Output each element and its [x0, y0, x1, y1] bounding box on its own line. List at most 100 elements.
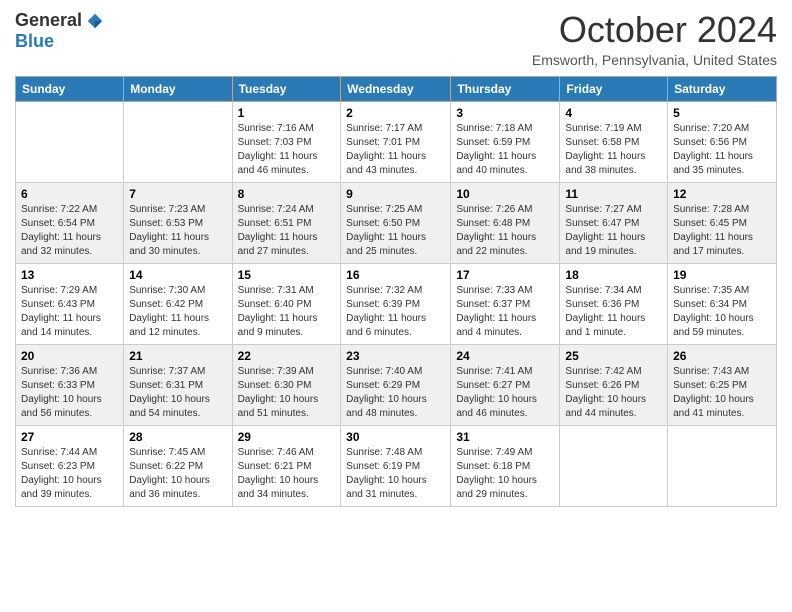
day-info: Sunrise: 7:22 AM Sunset: 6:54 PM Dayligh…: [21, 203, 118, 259]
day-number: 21: [129, 349, 226, 363]
day-info: Sunrise: 7:20 AM Sunset: 6:56 PM Dayligh…: [673, 122, 771, 178]
calendar-cell: 17 Sunrise: 7:33 AM Sunset: 6:37 PM Dayli…: [451, 263, 560, 344]
day-number: 17: [456, 268, 554, 282]
day-info: Sunrise: 7:34 AM Sunset: 6:36 PM Dayligh…: [565, 284, 662, 340]
calendar-cell: 16Sunrise: 7:32 AM Sunset: 6:39 PM Dayli…: [341, 263, 451, 344]
calendar-table: Sunday Monday Tuesday Wednesday Thursday…: [15, 76, 777, 507]
calendar-cell: 23 Sunrise: 7:40 AM Sunset: 6:29 PM Dayli…: [341, 344, 451, 425]
day-number: 28: [129, 430, 226, 444]
day-number: 9: [346, 187, 445, 201]
day-info: Sunrise: 7:41 AM Sunset: 6:27 PM Dayligh…: [456, 365, 554, 421]
col-sunday: Sunday: [16, 76, 124, 101]
calendar-cell: 13 Sunrise: 7:29 AM Sunset: 6:43 PM Dayli…: [16, 263, 124, 344]
day-number: 23: [346, 349, 445, 363]
day-info: Sunrise: 7:27 AM Sunset: 6:47 PM Dayligh…: [565, 203, 662, 259]
calendar-cell: 14 Sunrise: 7:30 AM Sunset: 6:42 PM Dayli…: [124, 263, 232, 344]
col-thursday: Thursday: [451, 76, 560, 101]
calendar-week-4: 20 Sunrise: 7:36 AM Sunset: 6:33 PM Dayli…: [16, 344, 777, 425]
day-info: Sunrise: 7:42 AM Sunset: 6:26 PM Dayligh…: [565, 365, 662, 421]
col-wednesday: Wednesday: [341, 76, 451, 101]
day-info: Sunrise: 7:45 AM Sunset: 6:22 PM Dayligh…: [129, 446, 226, 502]
calendar-cell: 11 Sunrise: 7:27 AM Sunset: 6:47 PM Dayli…: [560, 182, 668, 263]
location: Emsworth, Pennsylvania, United States: [532, 52, 777, 68]
day-number: 15: [238, 268, 336, 282]
day-info: Sunrise: 7:31 AM Sunset: 6:40 PM Dayligh…: [238, 284, 336, 340]
col-tuesday: Tuesday: [232, 76, 341, 101]
day-info: Sunrise: 7:30 AM Sunset: 6:42 PM Dayligh…: [129, 284, 226, 340]
calendar-cell: 18 Sunrise: 7:34 AM Sunset: 6:36 PM Dayli…: [560, 263, 668, 344]
day-info: Sunrise: 7:19 AM Sunset: 6:58 PM Dayligh…: [565, 122, 662, 178]
day-info: Sunrise: 7:36 AM Sunset: 6:33 PM Dayligh…: [21, 365, 118, 421]
day-number: 2: [346, 106, 445, 120]
day-info: Sunrise: 7:32 AM Sunset: 6:39 PM Dayligh…: [346, 284, 445, 340]
day-info: Sunrise: 7:28 AM Sunset: 6:45 PM Dayligh…: [673, 203, 771, 259]
col-monday: Monday: [124, 76, 232, 101]
calendar-cell: 10 Sunrise: 7:26 AM Sunset: 6:48 PM Dayli…: [451, 182, 560, 263]
calendar-cell: 28 Sunrise: 7:45 AM Sunset: 6:22 PM Dayli…: [124, 425, 232, 506]
calendar-cell: 4 Sunrise: 7:19 AM Sunset: 6:58 PM Daylig…: [560, 101, 668, 182]
day-number: 13: [21, 268, 118, 282]
calendar-cell: [124, 101, 232, 182]
day-number: 11: [565, 187, 662, 201]
day-number: 10: [456, 187, 554, 201]
day-info: Sunrise: 7:43 AM Sunset: 6:25 PM Dayligh…: [673, 365, 771, 421]
calendar-week-3: 13 Sunrise: 7:29 AM Sunset: 6:43 PM Dayli…: [16, 263, 777, 344]
calendar-cell: 12 Sunrise: 7:28 AM Sunset: 6:45 PM Dayli…: [668, 182, 777, 263]
calendar-cell: 19Sunrise: 7:35 AM Sunset: 6:34 PM Dayli…: [668, 263, 777, 344]
day-number: 4: [565, 106, 662, 120]
calendar-cell: 6 Sunrise: 7:22 AM Sunset: 6:54 PM Daylig…: [16, 182, 124, 263]
calendar-cell: 26 Sunrise: 7:43 AM Sunset: 6:25 PM Dayli…: [668, 344, 777, 425]
day-info: Sunrise: 7:37 AM Sunset: 6:31 PM Dayligh…: [129, 365, 226, 421]
month-title: October 2024: [532, 10, 777, 50]
calendar-cell: 21 Sunrise: 7:37 AM Sunset: 6:31 PM Dayli…: [124, 344, 232, 425]
calendar-week-2: 6 Sunrise: 7:22 AM Sunset: 6:54 PM Daylig…: [16, 182, 777, 263]
day-info: Sunrise: 7:46 AM Sunset: 6:21 PM Dayligh…: [238, 446, 336, 502]
day-info: Sunrise: 7:33 AM Sunset: 6:37 PM Dayligh…: [456, 284, 554, 340]
day-info: Sunrise: 7:26 AM Sunset: 6:48 PM Dayligh…: [456, 203, 554, 259]
day-info: Sunrise: 7:29 AM Sunset: 6:43 PM Dayligh…: [21, 284, 118, 340]
day-info: Sunrise: 7:48 AM Sunset: 6:19 PM Dayligh…: [346, 446, 445, 502]
day-number: 19: [673, 268, 771, 282]
day-number: 6: [21, 187, 118, 201]
day-number: 14: [129, 268, 226, 282]
calendar-cell: 29 Sunrise: 7:46 AM Sunset: 6:21 PM Dayli…: [232, 425, 341, 506]
logo-general-text: General: [15, 10, 82, 31]
calendar-cell: 8Sunrise: 7:24 AM Sunset: 6:51 PM Daylig…: [232, 182, 341, 263]
day-info: Sunrise: 7:16 AM Sunset: 7:03 PM Dayligh…: [238, 122, 336, 178]
page: General Blue October 2024 Emsworth, Penn…: [0, 0, 792, 612]
day-number: 27: [21, 430, 118, 444]
calendar-cell: 22 Sunrise: 7:39 AM Sunset: 6:30 PM Dayli…: [232, 344, 341, 425]
calendar-cell: 30Sunrise: 7:48 AM Sunset: 6:19 PM Dayli…: [341, 425, 451, 506]
calendar-week-1: 1 Sunrise: 7:16 AM Sunset: 7:03 PM Daylig…: [16, 101, 777, 182]
logo: General Blue: [15, 10, 104, 52]
calendar-cell: 27Sunrise: 7:44 AM Sunset: 6:23 PM Dayli…: [16, 425, 124, 506]
day-number: 29: [238, 430, 336, 444]
day-info: Sunrise: 7:40 AM Sunset: 6:29 PM Dayligh…: [346, 365, 445, 421]
calendar-cell: 1 Sunrise: 7:16 AM Sunset: 7:03 PM Daylig…: [232, 101, 341, 182]
calendar-header-row: Sunday Monday Tuesday Wednesday Thursday…: [16, 76, 777, 101]
day-number: 8: [238, 187, 336, 201]
day-number: 3: [456, 106, 554, 120]
day-info: Sunrise: 7:39 AM Sunset: 6:30 PM Dayligh…: [238, 365, 336, 421]
calendar-cell: [668, 425, 777, 506]
day-info: Sunrise: 7:25 AM Sunset: 6:50 PM Dayligh…: [346, 203, 445, 259]
calendar-cell: 24 Sunrise: 7:41 AM Sunset: 6:27 PM Dayli…: [451, 344, 560, 425]
col-friday: Friday: [560, 76, 668, 101]
day-number: 26: [673, 349, 771, 363]
title-block: October 2024 Emsworth, Pennsylvania, Uni…: [532, 10, 777, 68]
day-number: 18: [565, 268, 662, 282]
calendar-cell: 31Sunrise: 7:49 AM Sunset: 6:18 PM Dayli…: [451, 425, 560, 506]
calendar-cell: 3 Sunrise: 7:18 AM Sunset: 6:59 PM Daylig…: [451, 101, 560, 182]
day-info: Sunrise: 7:49 AM Sunset: 6:18 PM Dayligh…: [456, 446, 554, 502]
day-number: 12: [673, 187, 771, 201]
calendar-cell: 20 Sunrise: 7:36 AM Sunset: 6:33 PM Dayli…: [16, 344, 124, 425]
day-number: 24: [456, 349, 554, 363]
calendar-cell: 9 Sunrise: 7:25 AM Sunset: 6:50 PM Daylig…: [341, 182, 451, 263]
calendar-cell: 2Sunrise: 7:17 AM Sunset: 7:01 PM Daylig…: [341, 101, 451, 182]
calendar-cell: [560, 425, 668, 506]
calendar-cell: [16, 101, 124, 182]
day-number: 20: [21, 349, 118, 363]
day-number: 22: [238, 349, 336, 363]
day-info: Sunrise: 7:18 AM Sunset: 6:59 PM Dayligh…: [456, 122, 554, 178]
day-number: 1: [238, 106, 336, 120]
